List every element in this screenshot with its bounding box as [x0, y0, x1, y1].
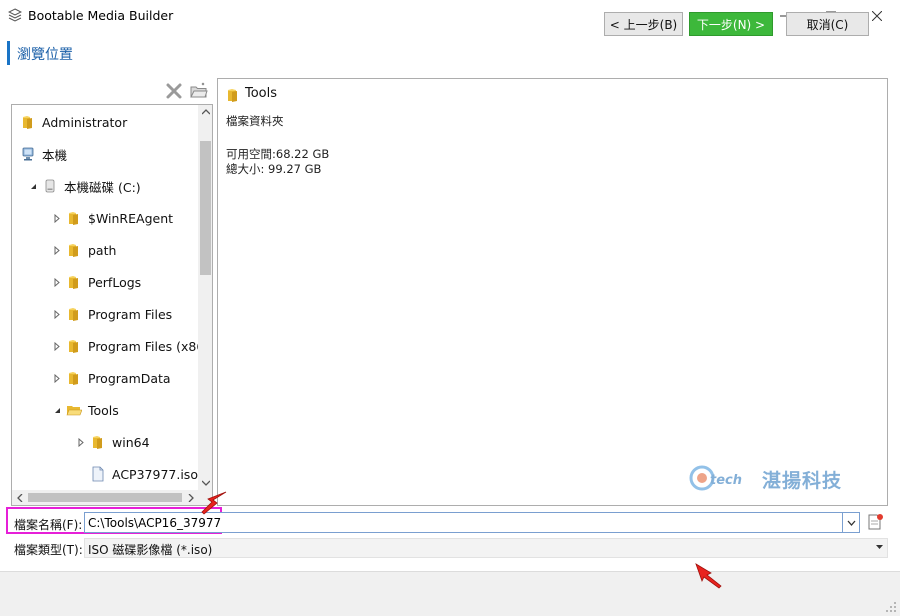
delete-icon[interactable]	[165, 82, 183, 100]
tree-item[interactable]: win64	[12, 432, 150, 452]
tree-item[interactable]: $WinREAgent	[12, 208, 173, 228]
tree-item-label: Program Files (x86)	[88, 338, 210, 354]
item-type: 檔案資料夾	[226, 114, 284, 128]
footer-bar	[0, 571, 900, 616]
back-button[interactable]: < 上一步(B)	[604, 12, 683, 36]
chevron-down-icon	[847, 520, 855, 526]
tree-item[interactable]: Program Files	[12, 304, 172, 324]
folder-icon	[20, 114, 36, 130]
collapsed-arrow-icon[interactable]	[52, 272, 62, 292]
tree-item[interactable]: ACP37977.iso	[12, 464, 198, 484]
watermark-name: 湛揚科技	[762, 470, 843, 492]
app-logo-icon	[8, 8, 22, 22]
caret-down-icon	[876, 545, 883, 549]
filetype-label: 檔案類型(T):	[14, 543, 83, 557]
filename-input[interactable]	[84, 512, 843, 533]
computer-icon	[20, 146, 36, 162]
watermark: tech 湛揚科技	[688, 460, 863, 496]
open-folder-icon	[66, 402, 82, 418]
tree-item-label: 本機	[42, 147, 68, 163]
file-options-icon[interactable]	[866, 513, 884, 531]
collapsed-arrow-icon[interactable]	[52, 304, 62, 324]
expanded-arrow-icon[interactable]	[28, 176, 38, 196]
tree-item[interactable]: ProgramData	[12, 368, 171, 388]
collapsed-arrow-icon[interactable]	[52, 368, 62, 388]
details-panel: Tools 檔案資料夾 可用空間:68.22 GB 總大小: 99.27 GB	[217, 78, 888, 506]
scroll-up-button[interactable]	[198, 105, 212, 119]
folder-icon	[66, 274, 82, 290]
tree-item-label: Administrator	[42, 114, 128, 130]
chevron-left-icon	[17, 494, 23, 502]
tree-item-label: Program Files	[88, 306, 173, 322]
page-title: 瀏覽位置	[17, 47, 73, 63]
folder-tree[interactable]: Administrator 本機本機磁碟 (C:) $WinREAgent path P…	[11, 104, 213, 506]
free-space: 可用空間:68.22 GB	[226, 147, 330, 161]
annotation-arrow-icon	[695, 563, 722, 589]
tree-item-label: ProgramData	[88, 370, 171, 386]
tree-item-label: ACP37977.iso	[112, 466, 198, 482]
tree-item[interactable]: Program Files (x86)	[12, 336, 209, 356]
filename-label: 檔案名稱(F):	[14, 518, 83, 532]
tree-item[interactable]: 本機	[12, 144, 67, 164]
folder-icon	[66, 306, 82, 322]
chevron-right-icon	[188, 494, 194, 502]
annotation-arrow-icon	[201, 491, 227, 515]
file-icon	[90, 466, 106, 482]
tree-vertical-scrollbar[interactable]	[198, 105, 212, 490]
total-size: 總大小: 99.27 GB	[226, 162, 322, 176]
scroll-left-button[interactable]	[13, 490, 27, 505]
drive-icon	[42, 178, 58, 194]
folder-icon	[66, 338, 82, 354]
tree-item[interactable]: PerfLogs	[12, 272, 141, 292]
close-icon	[872, 11, 882, 21]
chevron-up-icon	[201, 109, 210, 115]
folder-icon	[66, 210, 82, 226]
folder-icon	[90, 434, 106, 450]
folder-icon	[228, 89, 237, 102]
scroll-right-button[interactable]	[184, 490, 198, 505]
collapsed-arrow-icon[interactable]	[52, 208, 62, 228]
tree-item[interactable]: path	[12, 240, 116, 260]
tree-item-label: win64	[112, 434, 150, 450]
scroll-thumb[interactable]	[200, 141, 211, 275]
watermark-brand: tech	[710, 473, 742, 488]
tree-item[interactable]: Tools	[12, 400, 119, 420]
resize-grip-icon[interactable]	[884, 600, 898, 614]
filename-dropdown-button[interactable]	[843, 512, 860, 533]
filetype-value: ISO 磁碟影像檔 (*.iso)	[88, 543, 213, 557]
tree-item-label: $WinREAgent	[88, 210, 174, 226]
cancel-button[interactable]: 取消(C)	[786, 12, 869, 36]
tree-item[interactable]: Administrator	[12, 112, 127, 132]
hscroll-thumb[interactable]	[28, 493, 182, 502]
window-title: Bootable Media Builder	[28, 8, 174, 23]
folder-icon	[66, 242, 82, 258]
new-folder-icon[interactable]	[190, 82, 208, 100]
collapsed-arrow-icon[interactable]	[52, 240, 62, 260]
tree-item-label: PerfLogs	[88, 274, 142, 290]
next-button[interactable]: 下一步(N) >	[689, 12, 773, 36]
tree-item-label: Tools	[88, 402, 119, 418]
chevron-down-icon	[201, 480, 210, 486]
folder-icon	[66, 370, 82, 386]
header-accent-bar	[7, 41, 10, 65]
expanded-arrow-icon[interactable]	[52, 400, 62, 420]
selected-folder-name: Tools	[245, 86, 278, 101]
tree-horizontal-scrollbar[interactable]	[12, 490, 212, 505]
tree-item[interactable]: 本機磁碟 (C:)	[12, 176, 141, 196]
tree-item-label: path	[88, 242, 117, 258]
collapsed-arrow-icon[interactable]	[52, 336, 62, 356]
scroll-down-button[interactable]	[198, 476, 212, 490]
arrow-placeholder	[76, 464, 86, 484]
collapsed-arrow-icon[interactable]	[76, 432, 86, 452]
filetype-select[interactable]: ISO 磁碟影像檔 (*.iso)	[84, 538, 888, 558]
tree-item-label: 本機磁碟 (C:)	[64, 179, 141, 195]
